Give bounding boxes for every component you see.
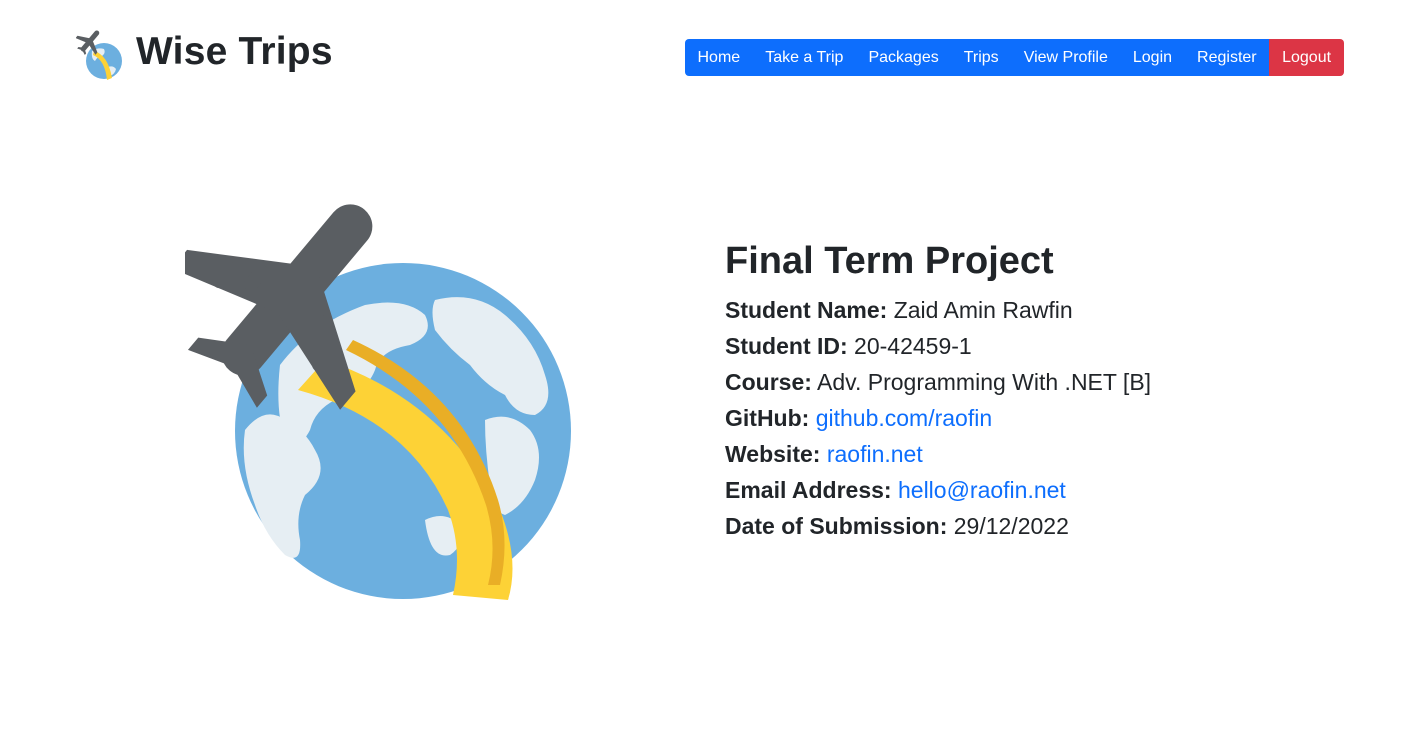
nav-packages[interactable]: Packages	[855, 39, 952, 76]
student-name-value: Zaid Amin Rawfin	[893, 297, 1073, 323]
github-row: GitHub: github.com/raofin	[725, 400, 1345, 436]
site-header: Wise Trips Home Take a Trip Packages Tri…	[0, 0, 1424, 100]
main-nav: Home Take a Trip Packages Trips View Pro…	[685, 39, 1345, 76]
email-link[interactable]: hello@raofin.net	[898, 477, 1066, 503]
plane-globe-icon	[76, 30, 122, 80]
student-id-label: Student ID:	[725, 333, 848, 359]
nav-home[interactable]: Home	[685, 39, 753, 76]
course-value: Adv. Programming With .NET [B]	[817, 369, 1152, 395]
brand[interactable]: Wise Trips	[76, 27, 333, 81]
nav-trips[interactable]: Trips	[951, 39, 1012, 76]
github-label: GitHub:	[725, 405, 810, 431]
github-link[interactable]: github.com/raofin	[816, 405, 992, 431]
nav-register[interactable]: Register	[1184, 39, 1270, 76]
submission-date-row: Date of Submission: 29/12/2022	[725, 508, 1345, 544]
nav-login[interactable]: Login	[1120, 39, 1185, 76]
submission-date-value: 29/12/2022	[953, 513, 1069, 539]
project-info: Final Term Project Student Name: Zaid Am…	[725, 238, 1345, 544]
email-label: Email Address:	[725, 477, 892, 503]
student-id-value: 20-42459-1	[854, 333, 972, 359]
page-title: Final Term Project	[725, 240, 1054, 282]
brand-name: Wise Trips	[136, 29, 333, 73]
student-name-label: Student Name:	[725, 297, 888, 323]
course-row: Course: Adv. Programming With .NET [B]	[725, 364, 1345, 400]
website-row: Website: raofin.net	[725, 436, 1345, 472]
student-name-row: Student Name: Zaid Amin Rawfin	[725, 292, 1345, 328]
website-link[interactable]: raofin.net	[827, 441, 923, 467]
student-id-row: Student ID: 20-42459-1	[725, 328, 1345, 364]
nav-logout[interactable]: Logout	[1269, 39, 1345, 76]
website-label: Website:	[725, 441, 821, 467]
course-label: Course:	[725, 369, 812, 395]
plane-globe-illustration	[185, 204, 571, 600]
email-row: Email Address: hello@raofin.net	[725, 472, 1345, 508]
nav-take-a-trip[interactable]: Take a Trip	[752, 39, 856, 76]
nav-view-profile[interactable]: View Profile	[1011, 39, 1121, 76]
submission-date-label: Date of Submission:	[725, 513, 948, 539]
